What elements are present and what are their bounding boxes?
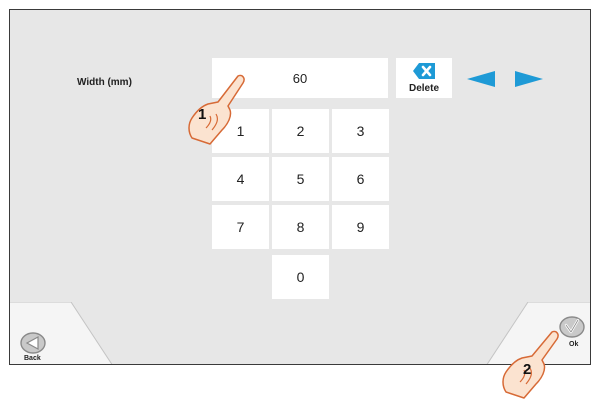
key-4[interactable]: 4 bbox=[212, 157, 269, 201]
key-6[interactable]: 6 bbox=[332, 157, 389, 201]
numeric-entry-screen: Width (mm) 60 1 2 3 4 5 6 7 8 9 0 Delete… bbox=[9, 9, 591, 365]
back-label: Back bbox=[24, 355, 41, 362]
key-7[interactable]: 7 bbox=[212, 205, 269, 249]
delete-label: Delete bbox=[408, 83, 439, 94]
ok-label: Ok bbox=[569, 341, 579, 348]
key-8[interactable]: 8 bbox=[272, 205, 329, 249]
step-2-number: 2 bbox=[523, 361, 532, 378]
key-5[interactable]: 5 bbox=[272, 157, 329, 201]
back-button[interactable] bbox=[20, 332, 46, 354]
field-label: Width (mm) bbox=[77, 77, 132, 88]
triangle-left-icon[interactable] bbox=[467, 71, 495, 87]
pointing-hand-icon bbox=[188, 74, 245, 145]
backspace-icon bbox=[413, 63, 435, 79]
triangle-right-icon[interactable] bbox=[515, 71, 543, 87]
key-3[interactable]: 3 bbox=[332, 109, 389, 153]
ok-button[interactable] bbox=[559, 316, 585, 338]
step-1-number: 1 bbox=[198, 106, 207, 123]
key-9[interactable]: 9 bbox=[332, 205, 389, 249]
key-2[interactable]: 2 bbox=[272, 109, 329, 153]
key-0[interactable]: 0 bbox=[272, 255, 329, 299]
delete-button[interactable]: Delete bbox=[396, 58, 452, 98]
